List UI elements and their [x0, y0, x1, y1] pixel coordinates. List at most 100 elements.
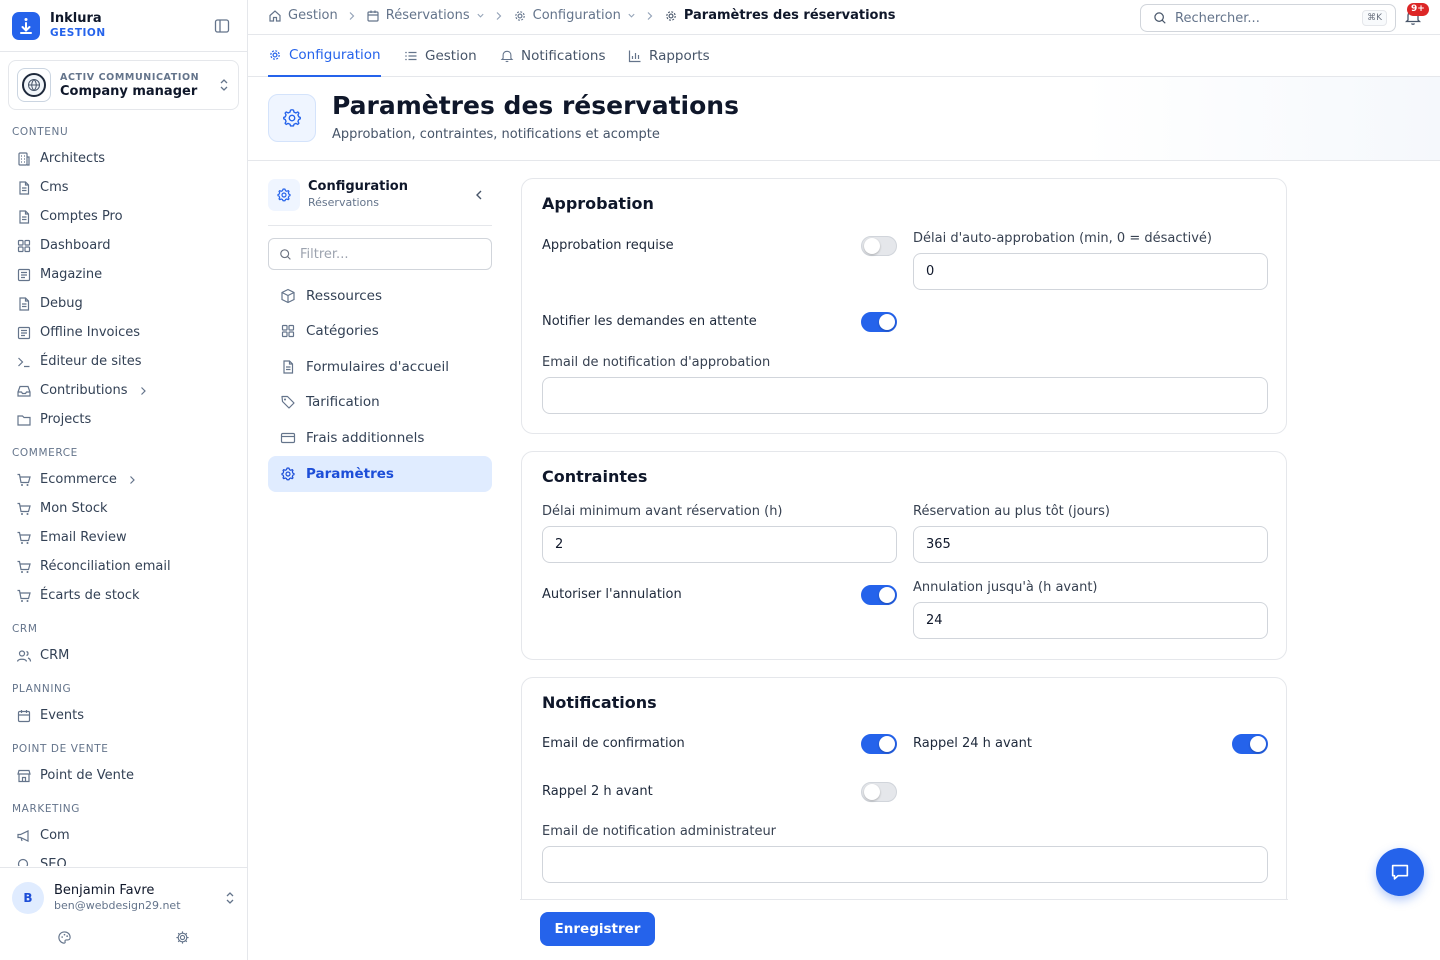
brand[interactable]: Inklura GESTION	[12, 10, 236, 42]
sidebar-item-ecarts-de-stock[interactable]: Écarts de stock	[0, 581, 247, 610]
chevron-down-icon	[628, 13, 635, 18]
collapse-chevron-icon[interactable]	[474, 189, 484, 201]
sidebar-item-reconciliation-email[interactable]: Réconciliation email	[0, 552, 247, 581]
sidebar-item-contributions[interactable]: Contributions	[0, 376, 247, 405]
sidebar-item-events[interactable]: Events	[0, 701, 247, 730]
tab-rapports[interactable]: Rapports	[628, 35, 710, 77]
subnav-item-ressources[interactable]: Ressources	[268, 278, 492, 314]
sidebar-item-label: Ecommerce	[40, 472, 117, 487]
sidebar-item-label: Debug	[40, 296, 83, 311]
sidebar-item-mon-stock[interactable]: Mon Stock	[0, 494, 247, 523]
sidebar-item-dashboard[interactable]: Dashboard	[0, 231, 247, 260]
credit-card-icon	[280, 432, 296, 444]
sidebar-item-label: Events	[40, 708, 85, 723]
save-button[interactable]: Enregistrer	[540, 912, 655, 946]
nav-section-title: MARKETING	[12, 803, 80, 815]
chat-icon	[1391, 864, 1409, 880]
sidebar-item-email-review[interactable]: Email Review	[0, 523, 247, 552]
sidebar-item-architects[interactable]: Architects	[0, 144, 247, 173]
subnav-item-label: Tarification	[306, 394, 380, 410]
subnav-item-label: Frais additionnels	[306, 430, 425, 446]
card-title: Contraintes	[542, 467, 648, 486]
chevron-right-icon	[140, 386, 146, 395]
subnav-item-tarification[interactable]: Tarification	[268, 384, 492, 420]
subnav-item-parametres[interactable]: Paramètres	[268, 456, 492, 492]
tab-notifications[interactable]: Notifications	[500, 35, 606, 77]
sidebar-item-crm[interactable]: CRM	[0, 641, 247, 670]
cancel-until-input[interactable]: 24	[913, 602, 1268, 639]
sidebar-item-debug[interactable]: Debug	[0, 289, 247, 318]
approval-required-label: Approbation requise	[542, 238, 674, 253]
notify-pending-toggle[interactable]	[861, 312, 897, 332]
tab-configuration[interactable]: Configuration	[268, 35, 381, 77]
search-input[interactable]: Rechercher... ⌘K	[1140, 4, 1396, 32]
confirmation-email-toggle[interactable]	[861, 734, 897, 754]
sidebar-item-projects[interactable]: Projects	[0, 405, 247, 434]
sidebar-item-label: Écarts de stock	[40, 588, 140, 603]
min-delay-input[interactable]: 2	[542, 526, 897, 563]
sidebar: Inklura GESTION ACTIV COMMUNICATION Comp…	[0, 0, 248, 960]
folder-icon	[17, 414, 31, 426]
card-title: Approbation	[542, 194, 654, 213]
subnav-item-categories[interactable]: Catégories	[268, 313, 492, 349]
sidebar-item-label: Point de Vente	[40, 768, 135, 783]
sidebar-item-ecommerce[interactable]: Ecommerce	[0, 465, 247, 494]
org-avatar	[17, 68, 51, 102]
sidebar-item-label: Éditeur de sites	[40, 354, 142, 369]
subnav-divider	[268, 225, 492, 226]
earliest-booking-input[interactable]: 365	[913, 526, 1268, 563]
sidebar-item-label: Comptes Pro	[40, 209, 123, 224]
org-switcher[interactable]: ACTIV COMMUNICATION Company manager	[8, 60, 239, 110]
user-name: Benjamin Favre	[54, 883, 155, 898]
card-notifications: Notifications Email de confirmation Rapp…	[521, 677, 1287, 917]
breadcrumb-item-reservations[interactable]: Réservations	[366, 8, 485, 23]
approval-email-label: Email de notification d'approbation	[542, 355, 771, 370]
subnav-item-formulaires[interactable]: Formulaires d'accueil	[268, 349, 492, 385]
sidebar-item-seo[interactable]: SEO	[0, 850, 247, 866]
gear-icon	[514, 10, 525, 21]
terminal-icon	[18, 357, 30, 367]
sidebar-toggle-icon[interactable]	[214, 18, 230, 34]
cube-icon	[281, 288, 295, 304]
sidebar-item-com[interactable]: Com	[0, 821, 247, 850]
globe-icon	[22, 73, 46, 97]
approval-email-field[interactable]	[542, 377, 1268, 414]
subnav-item-frais-additionnels[interactable]: Frais additionnels	[268, 420, 492, 456]
sidebar-item-comptes-pro[interactable]: Comptes Pro	[0, 202, 247, 231]
breadcrumb-item-current: Paramètres des réservations	[664, 8, 896, 23]
palette-icon[interactable]	[57, 930, 72, 945]
sidebar-divider	[0, 867, 248, 868]
sidebar-item-cms[interactable]: Cms	[0, 173, 247, 202]
admin-email-field[interactable]	[542, 846, 1268, 883]
reminder-24h-toggle[interactable]	[1232, 734, 1268, 754]
subnav-item-label: Paramètres	[306, 466, 394, 482]
nav-section-title: CRM	[12, 623, 38, 635]
sidebar-item-label: Dashboard	[40, 238, 111, 253]
tab-gestion[interactable]: Gestion	[404, 35, 477, 77]
approval-required-toggle[interactable]	[861, 236, 897, 256]
reminder-2h-toggle[interactable]	[861, 782, 897, 802]
breadcrumb: Gestion Réservations Configuration Param…	[268, 8, 895, 23]
sidebar-item-label: Réconciliation email	[40, 559, 171, 574]
sidebar-item-magazine[interactable]: Magazine	[0, 260, 247, 289]
sidebar-item-editeur-de-sites[interactable]: Éditeur de sites	[0, 347, 247, 376]
chevron-updown-icon	[224, 890, 236, 906]
breadcrumb-item-configuration[interactable]: Configuration	[513, 8, 636, 23]
gear-icon[interactable]	[175, 930, 190, 945]
chat-button[interactable]	[1376, 848, 1424, 896]
bar-chart-icon	[628, 50, 641, 63]
file-icon	[283, 360, 294, 374]
breadcrumb-item-gestion[interactable]: Gestion	[268, 8, 338, 23]
allow-cancel-toggle[interactable]	[861, 585, 897, 605]
sidebar-item-point-de-vente[interactable]: Point de Vente	[0, 761, 247, 790]
org-name: ACTIV COMMUNICATION	[60, 72, 200, 83]
page-subtitle: Approbation, contraintes, notifications …	[332, 127, 660, 142]
user-menu[interactable]: B Benjamin Favre ben@webdesign29.net	[12, 876, 236, 920]
sidebar-item-offline-invoices[interactable]: Offline Invoices	[0, 318, 247, 347]
org-role: Company manager	[60, 84, 198, 99]
calendar-icon	[17, 709, 31, 722]
auto-approval-delay-input[interactable]: 0	[913, 253, 1268, 290]
filter-input[interactable]: Filtrer...	[268, 238, 492, 270]
search-icon	[17, 858, 29, 866]
breadcrumb-label: Paramètres des réservations	[683, 8, 896, 23]
